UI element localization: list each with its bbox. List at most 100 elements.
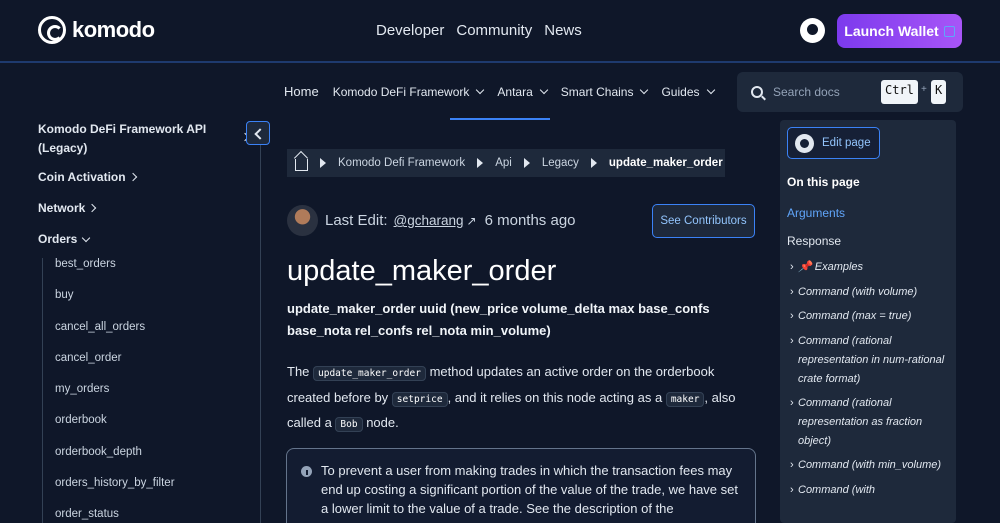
toc-subitem[interactable]: › Command (max = true) xyxy=(790,307,950,326)
see-contributors-button[interactable]: See Contributors xyxy=(652,204,755,238)
external-link-icon xyxy=(943,25,955,37)
avatar xyxy=(287,205,318,236)
callout-text: To prevent a user from making trades in … xyxy=(321,463,738,516)
breadcrumb-item[interactable]: Api xyxy=(495,157,512,169)
search-docs-button[interactable]: Search docs Ctrl + K xyxy=(737,72,963,112)
edit-page-button[interactable]: Edit page xyxy=(787,127,880,159)
toc-subitem[interactable]: › Command (with xyxy=(790,481,950,500)
sidebar-subitem[interactable]: cancel_all_orders xyxy=(55,321,250,352)
sidebar-subitem[interactable]: orders_history_by_filter xyxy=(55,477,250,508)
active-tab-indicator xyxy=(450,118,550,120)
chevron-right-icon: › xyxy=(790,397,794,410)
sidebar-subitem[interactable]: orderbook xyxy=(55,414,250,445)
komodo-logo-icon xyxy=(38,16,66,44)
chevron-right-icon: › xyxy=(790,261,794,273)
table-of-contents: Edit page On this page Arguments Respons… xyxy=(780,120,956,523)
sidebar-subitem[interactable]: best_orders xyxy=(55,258,250,289)
nav-community[interactable]: Community xyxy=(456,22,532,39)
top-navbar: komodo Developer Community News Launch W… xyxy=(0,0,1000,63)
search-icon xyxy=(751,86,763,98)
subnav-smart-chains[interactable]: Smart Chains xyxy=(560,84,649,99)
inline-code: setprice xyxy=(391,391,448,407)
sidebar-subitem[interactable]: cancel_order xyxy=(55,352,250,383)
collapse-sidebar-button[interactable] xyxy=(246,121,270,145)
sidebar-item-label: Komodo DeFi Framework API (Legacy) xyxy=(38,122,207,155)
sidebar-item-kdf-legacy[interactable]: Komodo DeFi Framework API (Legacy) xyxy=(38,120,250,158)
sidebar-item-orders[interactable]: Orders xyxy=(38,232,250,246)
inline-code: Bob xyxy=(335,417,363,432)
toc-subitem[interactable]: › Command (with min_volume) xyxy=(790,456,950,475)
breadcrumb-item[interactable]: Legacy xyxy=(542,157,579,169)
breadcrumb-item[interactable]: Komodo Defi Framework xyxy=(338,157,465,169)
launch-wallet-label: Launch Wallet xyxy=(844,23,939,39)
toc-subitem-label: Command (rational representation in num-… xyxy=(798,335,945,385)
subnav-guides[interactable]: Guides xyxy=(661,84,715,99)
logo-text: komodo xyxy=(72,17,155,42)
toc-sublist: › 📌 Examples › Command (with volume) › Comm… xyxy=(790,258,950,506)
sidebar-divider xyxy=(260,145,261,523)
breadcrumb-separator-icon xyxy=(477,158,484,168)
chevron-right-icon: › xyxy=(790,459,794,472)
author-link[interactable]: @gcharang xyxy=(394,213,464,228)
chevron-right-icon: › xyxy=(790,285,794,298)
intro-paragraph: The update_maker_order method updates an… xyxy=(287,360,757,437)
top-nav: Developer Community News xyxy=(376,22,582,39)
last-edit-row: Last Edit: @gcharang ↗ 6 months ago xyxy=(287,205,576,236)
orders-submenu: best_orders buy cancel_all_orders cancel… xyxy=(42,258,250,523)
sidebar-subitem[interactable]: buy xyxy=(55,289,250,320)
sidebar-subitem[interactable]: my_orders xyxy=(55,383,250,414)
method-signature: update_maker_order uuid (new_price volum… xyxy=(287,301,710,338)
sidebar-item-network[interactable]: Network xyxy=(38,201,250,215)
sidebar-item-label: Orders xyxy=(38,232,78,246)
nav-developer[interactable]: Developer xyxy=(376,22,444,39)
docs-sidebar: Komodo DeFi Framework API (Legacy) Coin … xyxy=(38,120,250,523)
subnav-label: Guides xyxy=(661,84,700,99)
kbd-ctrl: Ctrl xyxy=(881,80,918,104)
github-icon[interactable] xyxy=(800,18,825,43)
kbd-plus: + xyxy=(921,84,927,95)
subnav-antara[interactable]: Antara xyxy=(497,84,549,99)
sidebar-item-coin-activation[interactable]: Coin Activation xyxy=(38,170,250,184)
breadcrumb-separator-icon xyxy=(590,158,597,168)
chevron-right-icon xyxy=(88,203,97,213)
breadcrumb-separator-icon xyxy=(320,158,326,168)
subnav-label: Komodo DeFi Framework xyxy=(332,84,470,99)
chevron-down-icon xyxy=(539,85,549,95)
last-edit-time: 6 months ago xyxy=(484,212,576,229)
chevron-down-icon xyxy=(82,233,91,242)
chevron-right-icon: › xyxy=(790,335,794,348)
home-icon[interactable] xyxy=(295,159,308,171)
komodo-logo[interactable]: komodo xyxy=(38,16,155,44)
info-icon xyxy=(301,466,312,477)
toc-subitem[interactable]: › Command (with volume) xyxy=(790,283,950,302)
chevron-down-icon xyxy=(640,85,649,95)
toc-subitem[interactable]: › 📌 Examples xyxy=(790,258,950,277)
toc-subitem[interactable]: › Command (rational representation in num… xyxy=(790,332,950,388)
subnav-label: Antara xyxy=(497,84,533,99)
launch-wallet-button[interactable]: Launch Wallet xyxy=(837,14,962,48)
sidebar-item-label: Coin Activation xyxy=(38,170,126,184)
subnav-komodo-defi-framework[interactable]: Komodo DeFi Framework xyxy=(332,84,485,99)
toc-subitem-label: Command (rational representation as frac… xyxy=(798,397,923,447)
subnav-label: Smart Chains xyxy=(560,84,634,99)
sidebar-subitem[interactable]: orderbook_depth xyxy=(55,446,250,477)
chevron-down-icon xyxy=(706,85,715,95)
inline-code: update_maker_order xyxy=(313,366,426,381)
kbd-k: K xyxy=(931,80,947,104)
chevron-right-icon: › xyxy=(790,310,794,323)
toc-subitem-label: 📌 Examples xyxy=(798,261,864,273)
breadcrumb-separator-icon xyxy=(523,158,530,168)
toc-heading: On this page xyxy=(787,175,860,189)
toc-link-arguments[interactable]: Arguments xyxy=(787,206,845,220)
subnav-home[interactable]: Home xyxy=(284,84,319,99)
chevron-right-icon: › xyxy=(790,484,794,497)
text: node. xyxy=(362,415,399,430)
nav-news[interactable]: News xyxy=(544,22,582,39)
toc-subitem[interactable]: › Command (rational representation as fra… xyxy=(790,394,950,450)
toc-link-response[interactable]: Response xyxy=(787,234,841,248)
page-title: update_maker_order xyxy=(287,255,557,287)
info-callout: To prevent a user from making trades in … xyxy=(286,448,756,523)
last-edit-label: Last Edit: xyxy=(325,212,388,229)
chevron-right-icon xyxy=(128,172,137,182)
sidebar-subitem[interactable]: order_status xyxy=(55,508,250,523)
